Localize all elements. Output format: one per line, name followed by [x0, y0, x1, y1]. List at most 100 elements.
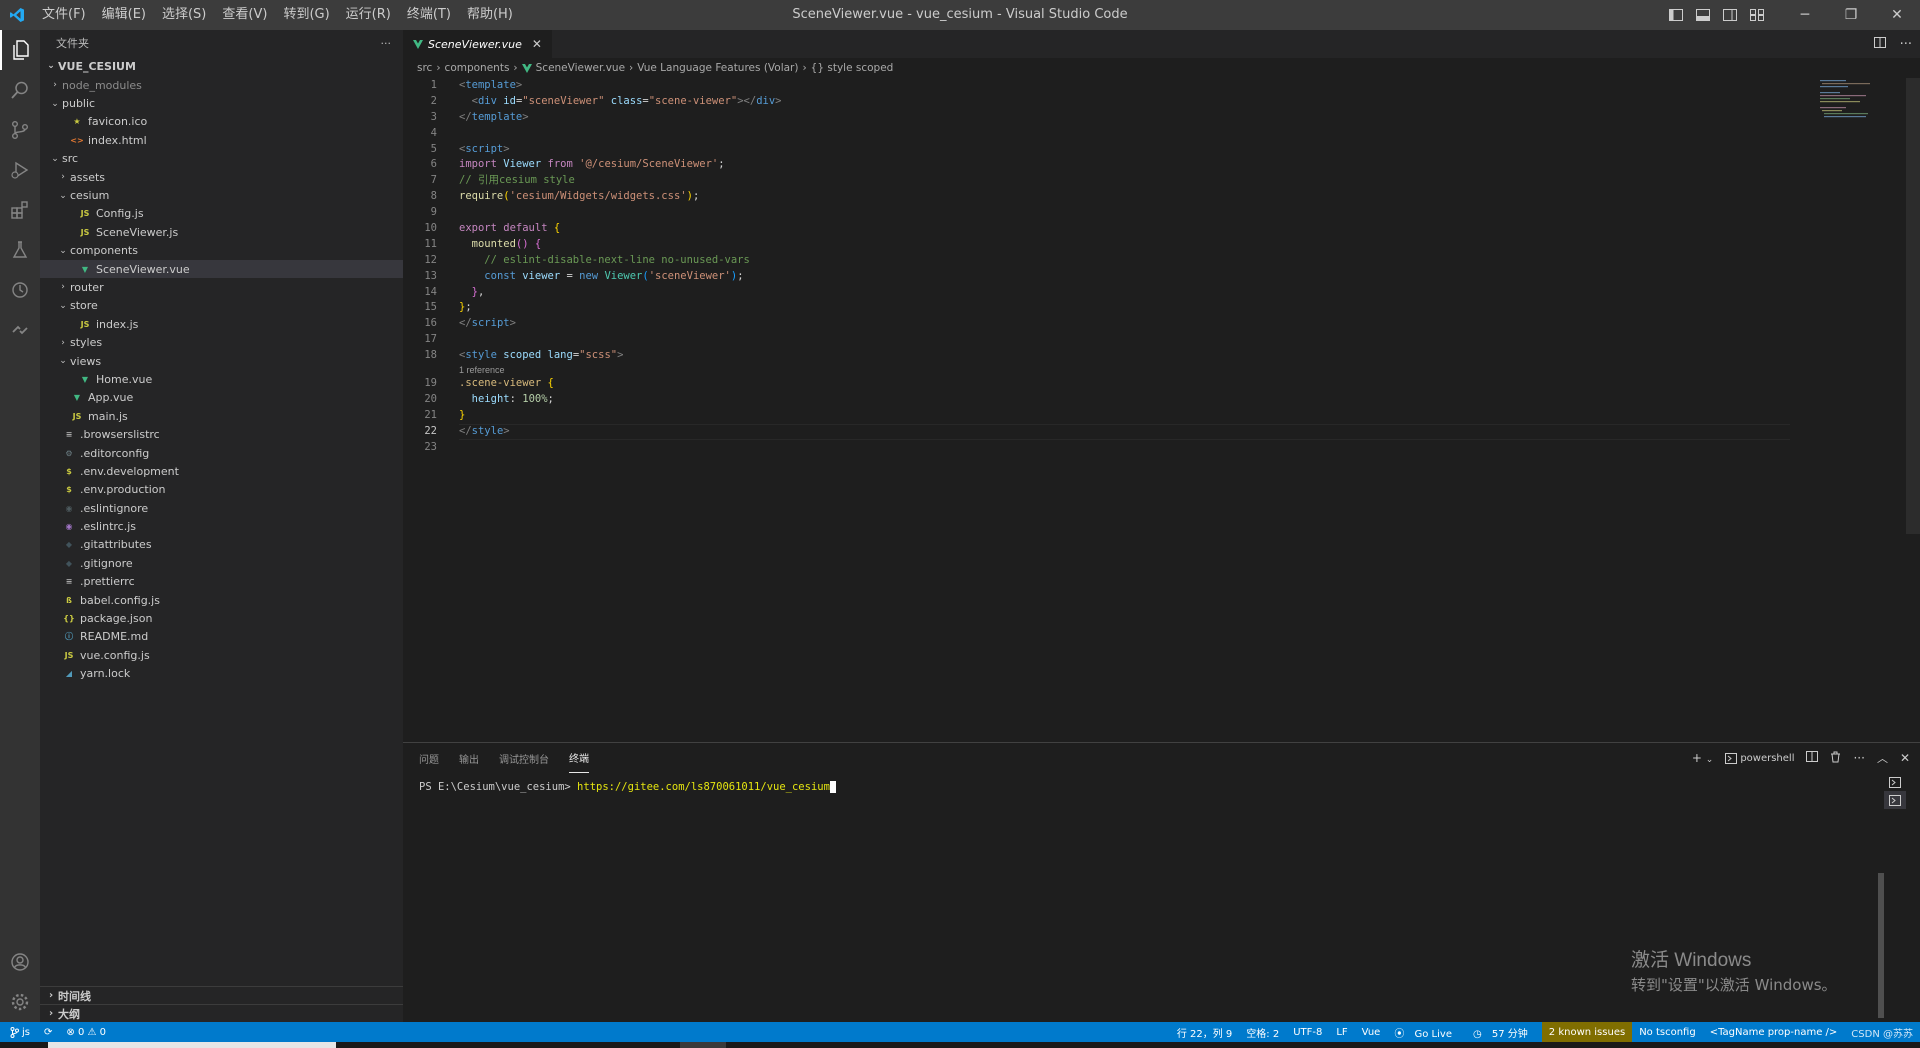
- extensions-icon[interactable]: [0, 190, 40, 230]
- file-item[interactable]: $ .env.production: [40, 481, 403, 499]
- settings-gear-icon[interactable]: [0, 982, 40, 1022]
- file-item[interactable]: ⚙ .editorconfig: [40, 444, 403, 462]
- file-item[interactable]: $ .env.development: [40, 462, 403, 480]
- known-issues-badge[interactable]: 2 known issues: [1541, 1022, 1633, 1042]
- terminal-instance-icon[interactable]: [1884, 773, 1906, 791]
- terminal-output[interactable]: PS E:\Cesium\vue_cesium> https://gitee.c…: [419, 781, 836, 793]
- sync-icon[interactable]: ⟳: [44, 1027, 52, 1038]
- file-item[interactable]: JS vue.config.js: [40, 646, 403, 664]
- codelens-references[interactable]: 1 reference: [403, 364, 1920, 376]
- file-item[interactable]: JS Config.js: [40, 205, 403, 223]
- menu-help[interactable]: 帮助(H): [459, 0, 521, 30]
- trash-icon[interactable]: [1830, 751, 1841, 766]
- toggle-panel-icon[interactable]: [1689, 0, 1716, 30]
- go-live-button[interactable]: ⦿ Go Live: [1387, 1025, 1466, 1040]
- menu-edit[interactable]: 编辑(E): [94, 0, 154, 30]
- editor-more-icon[interactable]: ···: [1900, 37, 1912, 52]
- file-item[interactable]: ◆ .gitattributes: [40, 536, 403, 554]
- folder-item[interactable]: ⌄ public: [40, 94, 403, 112]
- breadcrumb-components[interactable]: components: [445, 62, 510, 74]
- folder-item[interactable]: › assets: [40, 168, 403, 186]
- tab-problems[interactable]: 问题: [419, 743, 439, 773]
- toggle-secondary-sidebar-icon[interactable]: [1716, 0, 1743, 30]
- file-item[interactable]: ◢ yarn.lock: [40, 665, 403, 683]
- workspace-root[interactable]: ⌄ VUE_CESIUM: [40, 56, 403, 76]
- folder-item[interactable]: ⌄ src: [40, 150, 403, 168]
- tag-name-casing[interactable]: <TagName prop-name />: [1703, 1027, 1845, 1038]
- file-item[interactable]: ▼ Home.vue: [40, 370, 403, 388]
- breadcrumb-language[interactable]: Vue Language Features (Volar): [637, 62, 798, 74]
- folder-item[interactable]: › node_modules: [40, 76, 403, 94]
- editor-scrollbar[interactable]: [1906, 78, 1920, 534]
- menu-view[interactable]: 查看(V): [214, 0, 275, 30]
- folder-item[interactable]: › styles: [40, 333, 403, 351]
- run-debug-icon[interactable]: [0, 150, 40, 190]
- file-item[interactable]: ◉ .eslintrc.js: [40, 517, 403, 535]
- file-item[interactable]: ◆ .gitignore: [40, 554, 403, 572]
- end-of-line[interactable]: LF: [1329, 1027, 1354, 1038]
- close-window-icon[interactable]: ✕: [1874, 0, 1920, 30]
- file-item[interactable]: ≡ .prettierrc: [40, 573, 403, 591]
- split-terminal-icon[interactable]: [1806, 751, 1819, 765]
- maximize-panel-icon[interactable]: ︿: [1877, 750, 1888, 766]
- search-icon[interactable]: [0, 70, 40, 110]
- account-icon[interactable]: [0, 942, 40, 982]
- close-panel-icon[interactable]: ✕: [1900, 751, 1910, 765]
- tab-output[interactable]: 输出: [459, 743, 479, 773]
- folder-item[interactable]: ⌄ components: [40, 242, 403, 260]
- file-item[interactable]: JS index.js: [40, 315, 403, 333]
- breadcrumb-file[interactable]: SceneViewer.vue: [536, 62, 625, 74]
- testing-icon[interactable]: [0, 230, 40, 270]
- folder-item[interactable]: › router: [40, 278, 403, 296]
- tab-debug-console[interactable]: 调试控制台: [499, 743, 549, 773]
- explorer-icon[interactable]: [0, 30, 40, 70]
- tsconfig-status[interactable]: No tsconfig: [1632, 1027, 1703, 1038]
- file-item[interactable]: <> index.html: [40, 131, 403, 149]
- close-tab-icon[interactable]: ✕: [532, 37, 542, 51]
- time-tracker[interactable]: ◷ 57 分钟: [1466, 1025, 1542, 1040]
- folder-item[interactable]: ⌄ store: [40, 297, 403, 315]
- file-item[interactable]: {} package.json: [40, 609, 403, 627]
- tab-terminal[interactable]: 终端: [569, 743, 589, 773]
- file-item[interactable]: JS main.js: [40, 407, 403, 425]
- file-item[interactable]: ≡ .browserslistrc: [40, 425, 403, 443]
- restore-icon[interactable]: ❐: [1828, 0, 1874, 30]
- menu-go[interactable]: 转到(G): [275, 0, 337, 30]
- breadcrumb-symbol[interactable]: {} style scoped: [811, 62, 894, 74]
- problems-indicator[interactable]: ⊗ 0 ⚠ 0: [66, 1027, 106, 1038]
- new-terminal-button[interactable]: + ⌄: [1692, 751, 1713, 765]
- minimap[interactable]: [1820, 78, 1880, 138]
- branch-indicator[interactable]: js: [10, 1026, 30, 1038]
- cursor-position[interactable]: 行 22，列 9: [1170, 1025, 1239, 1040]
- encoding[interactable]: UTF-8: [1286, 1027, 1329, 1038]
- file-item[interactable]: ▼ App.vue: [40, 389, 403, 407]
- file-item[interactable]: ◉ .eslintignore: [40, 499, 403, 517]
- code-editor[interactable]: 1 <template> 2 <div id="sceneViewer" class…: [403, 78, 1920, 742]
- terminal-link[interactable]: https://gitee.com/ls870061011/vue_cesium: [577, 781, 830, 793]
- split-editor-icon[interactable]: [1873, 36, 1886, 52]
- timeline-section[interactable]: › 时间线: [40, 986, 403, 1004]
- menu-selection[interactable]: 选择(S): [154, 0, 214, 30]
- taskbar-search-box[interactable]: [48, 1042, 336, 1048]
- minimize-icon[interactable]: ─: [1782, 0, 1828, 30]
- timeline-history-icon[interactable]: [0, 270, 40, 310]
- more-actions-icon[interactable]: ···: [381, 37, 392, 50]
- menu-file[interactable]: 文件(F): [34, 0, 94, 30]
- menu-terminal[interactable]: 终端(T): [399, 0, 459, 30]
- menu-run[interactable]: 运行(R): [338, 0, 399, 30]
- language-mode[interactable]: Vue: [1355, 1027, 1388, 1038]
- file-item[interactable]: ★ favicon.ico: [40, 113, 403, 131]
- outline-section[interactable]: › 大纲: [40, 1004, 403, 1022]
- terminal-scrollbar[interactable]: [1878, 873, 1884, 1018]
- indentation[interactable]: 空格: 2: [1239, 1025, 1286, 1040]
- file-item[interactable]: ß babel.config.js: [40, 591, 403, 609]
- tab-sceneviewer-vue[interactable]: SceneViewer.vue ✕: [403, 30, 552, 58]
- taskbar-app-item[interactable]: [680, 1042, 726, 1048]
- file-item[interactable]: JS SceneViewer.js: [40, 223, 403, 241]
- remote-explorer-icon[interactable]: [0, 310, 40, 350]
- breadcrumb-src[interactable]: src: [417, 62, 432, 74]
- toggle-sidebar-icon[interactable]: [1662, 0, 1689, 30]
- folder-item[interactable]: ⌄ views: [40, 352, 403, 370]
- file-item[interactable]: ▼ SceneViewer.vue: [40, 259, 403, 279]
- panel-more-icon[interactable]: ···: [1853, 751, 1864, 765]
